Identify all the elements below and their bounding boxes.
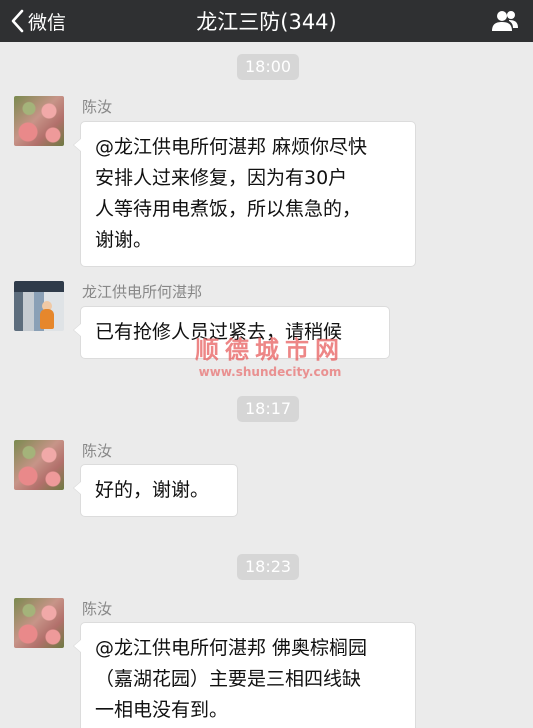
chevron-left-icon bbox=[11, 9, 24, 33]
nav-bar: 微信 龙江三防(344) bbox=[0, 0, 533, 42]
sender-avatar[interactable] bbox=[14, 440, 64, 490]
message-line: 人等待用电煮饭，所以焦急的， bbox=[95, 198, 362, 220]
message-line: 一相电没有到。 bbox=[95, 699, 229, 721]
message-bubble[interactable]: 好的，谢谢。 bbox=[73, 464, 238, 517]
message-bubble[interactable]: @龙江供电所何湛邦 佛奥棕榈园 （嘉湖花园）主要是三相四线缺 一相电没有到。 bbox=[73, 622, 416, 728]
message-line: @龙江供电所何湛邦 麻烦你尽快 bbox=[95, 136, 368, 158]
timestamp: 18:23 bbox=[237, 554, 300, 580]
message-line: （嘉湖花园）主要是三相四线缺 bbox=[95, 668, 362, 690]
chat-title: 龙江三防(344) bbox=[196, 10, 337, 34]
sender-name: 陈汝 bbox=[82, 600, 113, 618]
timestamp: 18:00 bbox=[237, 54, 300, 80]
timestamp: 18:17 bbox=[237, 396, 300, 422]
message-bubble[interactable]: 已有抢修人员过紧去，请稍候 bbox=[73, 306, 390, 359]
sender-avatar[interactable] bbox=[14, 281, 64, 331]
back-label: 微信 bbox=[28, 11, 67, 34]
sender-avatar[interactable] bbox=[14, 96, 64, 146]
avatar-figure-body bbox=[40, 309, 54, 329]
message-line: 谢谢。 bbox=[95, 229, 153, 251]
message-line: 安排人过来修复，因为有30户 bbox=[95, 167, 348, 189]
back-button[interactable]: 微信 bbox=[10, 0, 66, 42]
message-bubble[interactable]: @龙江供电所何湛邦 麻烦你尽快 安排人过来修复，因为有30户 人等待用电煮饭，所… bbox=[73, 121, 416, 267]
message-line: @龙江供电所何湛邦 佛奥棕榈园 bbox=[95, 637, 368, 659]
group-members-button[interactable] bbox=[487, 3, 523, 39]
watermark-url: www.shundecity.com bbox=[198, 365, 342, 379]
sender-name: 龙江供电所何湛邦 bbox=[82, 283, 203, 301]
group-members-icon bbox=[492, 11, 518, 31]
sender-name: 陈汝 bbox=[82, 442, 113, 460]
message-line: 已有抢修人员过紧去，请稍候 bbox=[95, 321, 343, 343]
message-line: 好的，谢谢。 bbox=[95, 479, 210, 501]
sender-name: 陈汝 bbox=[82, 98, 113, 116]
sender-avatar[interactable] bbox=[14, 598, 64, 648]
